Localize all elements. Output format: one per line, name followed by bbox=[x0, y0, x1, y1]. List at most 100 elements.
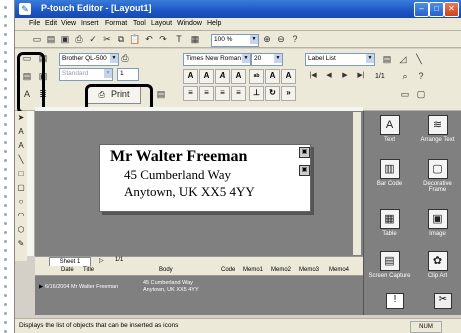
spell-icon[interactable]: ✓ bbox=[87, 33, 99, 45]
align-center-icon[interactable]: ≡ bbox=[199, 86, 214, 101]
menu-format[interactable]: Format bbox=[105, 20, 127, 27]
object-text[interactable]: A Text bbox=[367, 115, 412, 143]
object-decorative-frame[interactable]: ▢ Decorative Frame bbox=[415, 159, 460, 193]
menu-help[interactable]: Help bbox=[207, 20, 221, 27]
object-clip-art[interactable]: ✿ Clip Art bbox=[415, 251, 460, 279]
menu-view[interactable]: View bbox=[61, 20, 76, 27]
menu-file[interactable]: File bbox=[29, 20, 40, 27]
cell-date[interactable]: 6/16/2004 bbox=[45, 284, 69, 291]
arc-icon[interactable]: ◠ bbox=[16, 211, 26, 221]
menu-window[interactable]: Window bbox=[177, 20, 202, 27]
object-table[interactable]: ▦ Table bbox=[367, 209, 412, 237]
label-line-2[interactable]: 45 Cumberland Way bbox=[124, 167, 231, 183]
shape-icon[interactable]: ◿ bbox=[397, 53, 409, 65]
prev-record-icon[interactable]: ◀ bbox=[323, 70, 335, 82]
label-preview[interactable]: Mr Walter Freeman 45 Cumberland Way Anyt… bbox=[99, 144, 311, 212]
text-tool-icon[interactable]: T bbox=[173, 33, 185, 45]
label-line-1[interactable]: Mr Walter Freeman bbox=[110, 148, 247, 166]
font-select[interactable]: Times New Roman ▼ bbox=[183, 53, 251, 66]
rounded-rect-icon[interactable]: ▢ bbox=[16, 183, 26, 193]
menu-tool[interactable]: Tool bbox=[133, 20, 146, 27]
column-body[interactable]: Body bbox=[159, 267, 173, 273]
object-marker-icon[interactable]: ▣ bbox=[299, 147, 310, 158]
view-icon[interactable]: ▭ bbox=[399, 88, 411, 100]
print-preview-icon[interactable]: ⎙ bbox=[73, 33, 85, 45]
frame-icon[interactable]: ab bbox=[249, 69, 264, 84]
vertical-scrollbar[interactable] bbox=[353, 112, 361, 255]
italic-icon[interactable]: A bbox=[215, 69, 230, 84]
object-image[interactable]: ▣ Image bbox=[415, 209, 460, 237]
undo-icon[interactable]: ↶ bbox=[143, 33, 155, 45]
new-icon[interactable]: ▭ bbox=[31, 33, 43, 45]
object-arrange-text[interactable]: ≋ Arrange Text bbox=[415, 115, 460, 143]
redo-icon[interactable]: ↷ bbox=[157, 33, 169, 45]
zoom-in-icon[interactable]: ⊕ bbox=[261, 33, 273, 45]
zoom-out-icon[interactable]: ⊖ bbox=[275, 33, 287, 45]
cut-icon[interactable]: ✂ bbox=[101, 33, 113, 45]
bold-icon[interactable]: A bbox=[199, 69, 214, 84]
grid-icon[interactable]: ▦ bbox=[189, 33, 201, 45]
select-arrow-icon[interactable]: ➤ bbox=[16, 113, 26, 123]
menu-edit[interactable]: Edit bbox=[45, 20, 57, 27]
vertical-align-icon[interactable]: ⊥ bbox=[249, 86, 264, 101]
vertical-text-icon[interactable]: A bbox=[16, 141, 26, 151]
last-record-icon[interactable]: ▶| bbox=[355, 70, 367, 82]
view-alt-icon[interactable]: ▢ bbox=[415, 88, 427, 100]
first-record-icon[interactable]: |◀ bbox=[307, 70, 319, 82]
label-list-select[interactable]: Label List ▼ bbox=[305, 53, 375, 66]
printer-select[interactable]: Brother QL-500 ▼ bbox=[59, 53, 119, 66]
column-code[interactable]: Code bbox=[221, 267, 235, 273]
rotate-icon[interactable]: ↻ bbox=[265, 86, 280, 101]
cell-title[interactable]: Mr Walter Freeman bbox=[71, 284, 118, 291]
row-selector-icon[interactable]: ▶ bbox=[39, 284, 43, 291]
label-line-3[interactable]: Anytown, UK XX5 4YY bbox=[124, 184, 255, 200]
close-button[interactable]: ✕ bbox=[444, 2, 459, 17]
print-options-icon[interactable]: ▤ bbox=[155, 88, 167, 100]
search-icon[interactable]: ⌕ bbox=[399, 70, 411, 82]
decrease-size-icon[interactable]: A bbox=[281, 69, 296, 84]
sheet-add-icon[interactable]: ▷ bbox=[99, 257, 104, 264]
menu-layout[interactable]: Layout bbox=[151, 20, 172, 27]
increase-size-icon[interactable]: A bbox=[265, 69, 280, 84]
minimize-button[interactable]: – bbox=[414, 2, 429, 17]
paper-select[interactable]: Standard ▼ bbox=[59, 68, 113, 81]
help-icon[interactable]: ? bbox=[415, 70, 427, 82]
line-icon[interactable]: ╲ bbox=[413, 53, 425, 65]
freehand-icon[interactable]: ✎ bbox=[16, 239, 26, 249]
polygon-icon[interactable]: ⬡ bbox=[16, 225, 26, 235]
copy-icon[interactable]: ⧉ bbox=[115, 33, 127, 45]
maximize-button[interactable]: □ bbox=[429, 2, 444, 17]
tools-icon[interactable]: ✂ bbox=[434, 293, 452, 309]
help-pointer-icon[interactable]: ? bbox=[289, 33, 301, 45]
cell-body-line-2[interactable]: Anytown, UK XX5 4YY bbox=[143, 287, 199, 294]
align-right-icon[interactable]: ≡ bbox=[215, 86, 230, 101]
copies-field[interactable]: 1 bbox=[117, 68, 139, 81]
column-memo3[interactable]: Memo3 bbox=[299, 267, 319, 273]
object-screen-capture[interactable]: ▤ Screen Capture bbox=[367, 251, 412, 279]
justify-icon[interactable]: ≡ bbox=[231, 86, 246, 101]
align-left-icon[interactable]: ≡ bbox=[183, 86, 198, 101]
more-options-icon[interactable]: » bbox=[281, 86, 296, 101]
column-title[interactable]: Title bbox=[83, 267, 94, 273]
ellipse-icon[interactable]: ○ bbox=[16, 197, 26, 207]
menu-insert[interactable]: Insert bbox=[81, 20, 99, 27]
cell-body-line-1[interactable]: 45 Cumberland Way bbox=[143, 280, 193, 287]
font-bigger-icon[interactable]: A bbox=[183, 69, 198, 84]
column-memo4[interactable]: Memo4 bbox=[329, 267, 349, 273]
next-record-icon[interactable]: ▶ bbox=[339, 70, 351, 82]
open-icon[interactable]: ▤ bbox=[45, 33, 57, 45]
object-marker-icon[interactable]: ▣ bbox=[299, 165, 310, 176]
font-size-select[interactable]: 20 ▼ bbox=[251, 53, 283, 66]
paste-icon[interactable]: 📋 bbox=[129, 33, 141, 45]
pin-icon[interactable]: ! bbox=[386, 293, 404, 309]
save-icon[interactable]: ▣ bbox=[59, 33, 71, 45]
zoom-select[interactable]: 100 % ▼ bbox=[211, 34, 259, 47]
column-date[interactable]: Date bbox=[61, 267, 74, 273]
column-memo1[interactable]: Memo1 bbox=[243, 267, 263, 273]
style-icon[interactable]: A bbox=[231, 69, 246, 84]
column-memo2[interactable]: Memo2 bbox=[271, 267, 291, 273]
printer-properties-icon[interactable]: ⎙ bbox=[119, 52, 131, 64]
object-bar-code[interactable]: ▥ Bar Code bbox=[367, 159, 412, 187]
label-list-icon[interactable]: ▤ bbox=[381, 53, 393, 65]
text-icon[interactable]: A bbox=[16, 127, 26, 137]
